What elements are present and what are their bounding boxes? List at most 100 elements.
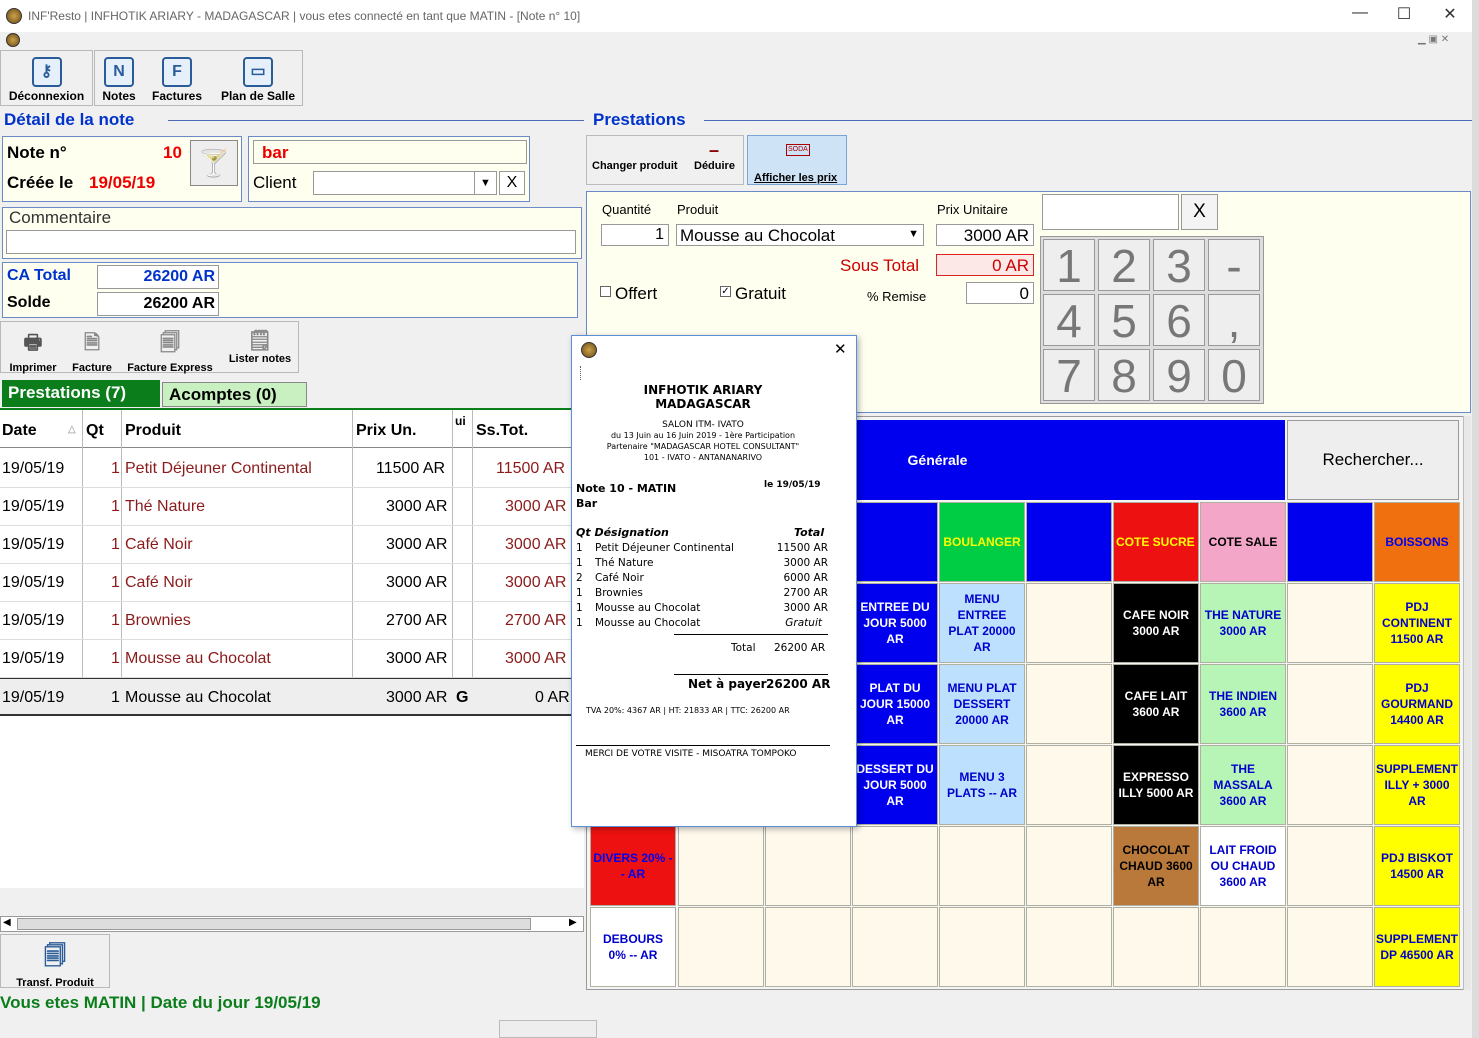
key-5[interactable]: 5 [1098, 294, 1150, 347]
col-prix[interactable]: Prix Un. [356, 422, 416, 440]
product-pdj-biskot[interactable]: PDJ BISKOT 14500 AR [1374, 826, 1460, 906]
scroll-thumb[interactable] [17, 918, 531, 930]
empty-cell[interactable] [939, 826, 1025, 906]
express-invoice-button[interactable]: 🗐 Facture Express [121, 328, 219, 374]
cocktail-icon[interactable]: 🍸 [190, 140, 238, 186]
product-the-massala[interactable]: THE MASSALA 3600 AR [1200, 745, 1286, 825]
product-entree-du-jour[interactable]: ENTREE DU JOUR 5000 AR [852, 583, 938, 663]
table-row-selected[interactable]: 19/05/19 1 Mousse au Chocolat 3000 AR G 0 AR [0, 678, 572, 716]
offert-checkbox[interactable] [600, 286, 611, 297]
key-6[interactable]: 6 [1153, 294, 1205, 347]
product-chocolat-chaud[interactable]: CHOCOLAT CHAUD 3600 AR [1113, 826, 1199, 906]
product-select[interactable]: Mousse au Chocolat ▼ [676, 224, 924, 246]
category-boulanger[interactable]: BOULANGER [939, 502, 1025, 582]
empty-cell[interactable] [765, 826, 851, 906]
table-row[interactable]: 19/05/19 1 Brownies 2700 AR 2700 AR [0, 602, 572, 640]
empty-cell[interactable] [765, 907, 851, 987]
key-1[interactable]: 1 [1043, 239, 1095, 292]
product-debours[interactable]: DEBOURS 0% -- AR [590, 907, 676, 987]
invoices-button[interactable]: F Factures [147, 57, 207, 103]
empty-cell[interactable] [1287, 664, 1373, 744]
print-button[interactable]: 🖶 Imprimer [3, 328, 63, 374]
notes-button[interactable]: N Notes [97, 57, 141, 103]
col-sstot[interactable]: Ss.Tot. [476, 422, 528, 440]
product-cafe-lait[interactable]: CAFE LAIT 3600 AR [1113, 664, 1199, 744]
product-expresso-illy[interactable]: EXPRESSO ILLY 5000 AR [1113, 745, 1199, 825]
category-cote-sucre[interactable]: COTE SUCRE [1113, 502, 1199, 582]
place-field[interactable]: bar [253, 140, 527, 164]
horizontal-scrollbar[interactable]: ◀ ▶ [0, 916, 584, 932]
product-plat-du-jour[interactable]: PLAT DU JOUR 15000 AR [852, 664, 938, 744]
product-lait[interactable]: LAIT FROID OU CHAUD 3600 AR [1200, 826, 1286, 906]
empty-cell[interactable] [678, 826, 764, 906]
product-menu-entree-plat[interactable]: MENU ENTREE PLAT 20000 AR [939, 583, 1025, 663]
category-blank[interactable] [1287, 502, 1373, 582]
empty-cell[interactable] [852, 826, 938, 906]
product-menu-plat-dessert[interactable]: MENU PLAT DESSERT 20000 AR [939, 664, 1025, 744]
floor-plan-button[interactable]: ▭ Plan de Salle [215, 57, 301, 103]
deduct-button[interactable]: Déduire [694, 160, 735, 172]
key-7[interactable]: 7 [1043, 349, 1095, 402]
table-row[interactable]: 19/05/19 1 Mousse au Chocolat 3000 AR 3000 A… [0, 640, 572, 678]
table-row[interactable]: 19/05/19 1 Thé Nature 3000 AR 3000 AR [0, 488, 572, 526]
client-select[interactable]: ▼ [313, 171, 497, 195]
grid-scrollbar[interactable] [1463, 416, 1471, 990]
col-ui[interactable]: ui [455, 414, 466, 428]
product-pdj-continent[interactable]: PDJ CONTINENT 11500 AR [1374, 583, 1460, 663]
show-prices-button[interactable]: SODA Afficher les prix [747, 135, 847, 185]
category-cote-sale[interactable]: COTE SALE [1200, 502, 1286, 582]
product-the-indien[interactable]: THE INDIEN 3600 AR [1200, 664, 1286, 744]
mdi-controls[interactable]: ▁ ▣ ✕ [1418, 34, 1449, 45]
keypad-display[interactable] [1042, 194, 1179, 230]
receipt-close-button[interactable]: ✕ [834, 340, 847, 358]
product-the-nature[interactable]: THE NATURE 3000 AR [1200, 583, 1286, 663]
product-supplement-dp[interactable]: SUPPLEMENT DP 46500 AR [1374, 907, 1460, 987]
unit-price-input[interactable]: 3000 AR [936, 224, 1034, 246]
comment-input[interactable] [6, 230, 576, 254]
list-notes-button[interactable]: 🗒 Lister notes [223, 328, 297, 365]
col-qt[interactable]: Qt [86, 422, 104, 440]
key-comma[interactable]: , [1208, 294, 1260, 347]
client-clear-button[interactable]: X [499, 171, 525, 195]
qty-input[interactable]: 1 [601, 224, 669, 246]
transfer-product-button[interactable]: 🗐 Transf. Produit [3, 939, 107, 989]
empty-cell[interactable] [852, 907, 938, 987]
category-boissons[interactable]: BOISSONS [1374, 502, 1460, 582]
product-divers[interactable]: DIVERS 20% -- AR [590, 826, 676, 906]
empty-cell[interactable] [1026, 907, 1112, 987]
empty-cell[interactable] [1287, 583, 1373, 663]
table-row[interactable]: 19/05/19 1 Café Noir 3000 AR 3000 AR [0, 526, 572, 564]
keypad-clear-button[interactable]: X [1181, 194, 1218, 230]
minimize-button[interactable]: — [1340, 4, 1380, 22]
change-product-button[interactable]: Changer produit [592, 160, 678, 172]
logout-button[interactable]: ⚷ Déconnexion [1, 57, 92, 103]
empty-cell[interactable] [1287, 907, 1373, 987]
category-blank[interactable] [1026, 502, 1112, 582]
empty-cell[interactable] [678, 907, 764, 987]
maximize-button[interactable]: ☐ [1384, 4, 1424, 24]
tab-prestations[interactable]: Prestations (7) [2, 380, 160, 407]
key-minus[interactable]: - [1208, 239, 1260, 292]
invoice-button[interactable]: 🗎 Facture [67, 328, 117, 374]
search-button[interactable]: Rechercher... [1287, 420, 1459, 500]
key-0[interactable]: 0 [1208, 349, 1260, 402]
category-blank[interactable] [852, 502, 938, 582]
empty-cell[interactable] [1026, 826, 1112, 906]
empty-cell[interactable] [1287, 826, 1373, 906]
key-9[interactable]: 9 [1153, 349, 1205, 402]
remise-input[interactable]: 0 [966, 282, 1034, 304]
gratuit-checkbox[interactable]: ✓ [720, 286, 731, 297]
empty-cell[interactable] [1026, 583, 1112, 663]
tab-acomptes[interactable]: Acomptes (0) [162, 382, 307, 407]
key-8[interactable]: 8 [1098, 349, 1150, 402]
sort-icon[interactable]: △ [68, 424, 76, 435]
scroll-right-icon[interactable]: ▶ [569, 917, 577, 928]
empty-cell[interactable] [1026, 745, 1112, 825]
col-date[interactable]: Date [2, 422, 37, 440]
table-row[interactable]: 19/05/19 1 Café Noir 3000 AR 3000 AR [0, 564, 572, 602]
product-menu-3-plats[interactable]: MENU 3 PLATS -- AR [939, 745, 1025, 825]
key-2[interactable]: 2 [1098, 239, 1150, 292]
product-supplement-illy[interactable]: SUPPLEMENT ILLY + 3000 AR [1374, 745, 1460, 825]
empty-cell[interactable] [1200, 907, 1286, 987]
scroll-left-icon[interactable]: ◀ [3, 917, 11, 928]
